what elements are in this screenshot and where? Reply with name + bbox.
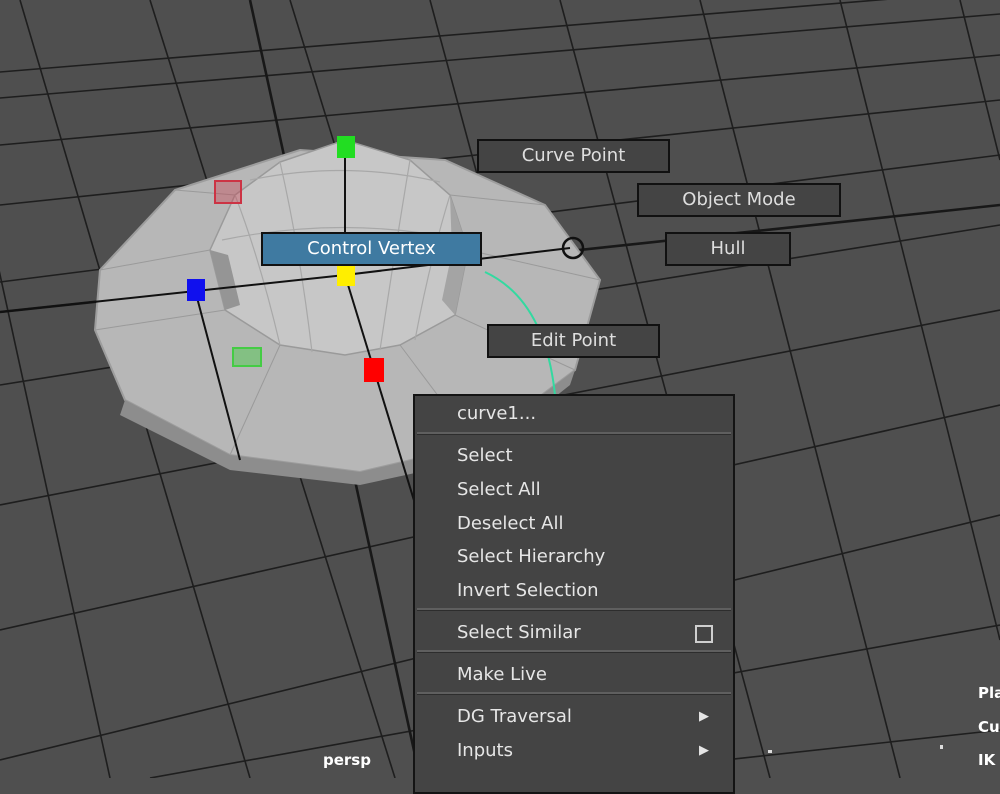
hud-line-1: Pla [978,684,1000,702]
cv-red-outline[interactable] [214,180,242,204]
menu-item-select-all[interactable]: Select All [457,475,723,505]
menu-separator [417,608,731,611]
cv-red[interactable] [364,358,384,382]
menu-separator [417,650,731,653]
menu-item-dg-traversal[interactable]: DG Traversal ▶ [457,702,723,732]
menu-title-curve1[interactable]: curve1... [457,399,723,429]
menu-item-invert-selection[interactable]: Invert Selection [457,576,723,606]
context-menu: curve1... Select Select All Deselect All… [413,394,735,794]
menu-item-label: DG Traversal [457,706,572,727]
menu-item-select-similar[interactable]: Select Similar [457,618,723,648]
camera-label: persp [323,751,371,769]
cv-blue[interactable] [187,279,205,301]
cv-green-outline[interactable] [232,347,262,367]
cv-green-top[interactable] [337,136,355,158]
control-vertex-option[interactable]: Control Vertex [261,232,482,266]
option-box-icon[interactable] [695,625,713,643]
menu-item-label: Inputs [457,740,513,761]
hud-line-2: Cu [978,718,1000,736]
curve-point-option[interactable]: Curve Point [477,139,670,173]
submenu-arrow-icon: ▶ [699,709,709,724]
menu-separator [417,432,731,435]
menu-item-deselect-all[interactable]: Deselect All [457,509,723,539]
object-mode-option[interactable]: Object Mode [637,183,841,217]
cv-yellow[interactable] [337,266,355,286]
menu-item-label: Select Similar [457,622,581,643]
menu-item-make-live[interactable]: Make Live [457,660,723,690]
submenu-arrow-icon: ▶ [699,743,709,758]
menu-item-select[interactable]: Select [457,441,723,471]
edit-point-option[interactable]: Edit Point [487,324,660,358]
menu-separator [417,692,731,695]
menu-item-select-hierarchy[interactable]: Select Hierarchy [457,542,723,572]
menu-item-inputs[interactable]: Inputs ▶ [457,736,723,766]
hud-line-3: IK [978,751,996,769]
hull-option[interactable]: Hull [665,232,791,266]
